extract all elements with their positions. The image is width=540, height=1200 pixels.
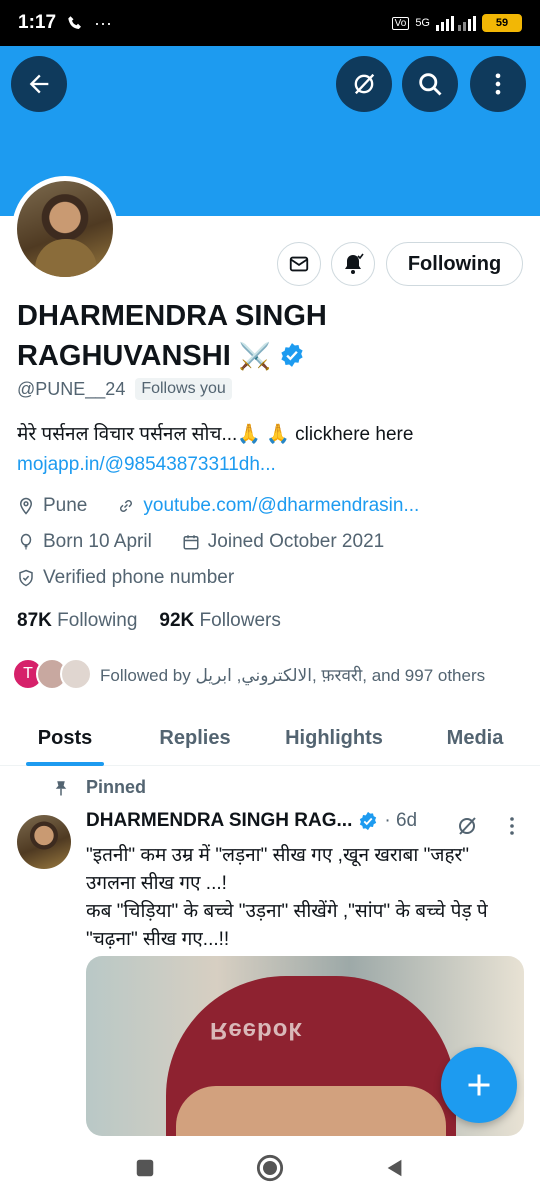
tab-replies[interactable]: Replies (154, 710, 236, 766)
tab-highlights[interactable]: Highlights (282, 710, 386, 766)
notifications-button[interactable] (331, 242, 375, 286)
volte-icon: Vo (391, 16, 410, 30)
compose-button[interactable] (441, 1047, 517, 1123)
followers-label: Followers (199, 610, 281, 631)
meta-row-1: Pune youtube.com/@dharmendrasin... (17, 495, 419, 517)
status-bar: 1:17 ··· Vo 5G 59 (0, 0, 540, 46)
tab-posts[interactable]: Posts (26, 710, 104, 766)
search-button[interactable] (402, 56, 458, 112)
balloon-icon (20, 533, 32, 550)
pinned-label-row: Pinned (52, 777, 146, 798)
website-link[interactable]: youtube.com/@dharmendrasin... (143, 495, 419, 517)
following-label: Following (57, 610, 138, 631)
message-button[interactable] (277, 242, 321, 286)
link-icon (120, 499, 133, 513)
bio-text: मेरे पर्सनल विचार पर्सनल सोच...🙏 🙏 click… (17, 424, 414, 445)
pinned-text: Pinned (86, 777, 147, 797)
post-timestamp: · 6d (384, 810, 418, 831)
follows-you-badge: Follows you (135, 378, 232, 400)
location-text: Pune (43, 495, 88, 516)
following-count-link[interactable]: 87K Following (17, 610, 137, 632)
back-nav-icon[interactable] (384, 1157, 406, 1179)
signal-icon (436, 16, 476, 31)
tab-media[interactable]: Media (440, 710, 510, 766)
following-count: 87K (17, 610, 52, 631)
handle-row: @PUNE__24 Follows you (17, 378, 232, 400)
verified-badge-icon (281, 343, 303, 367)
profile-bio: मेरे पर्सनल विचार पर्सनल सोच...🙏 🙏 click… (17, 420, 527, 480)
back-button[interactable] (11, 56, 67, 112)
followed-by-avatars: T (12, 658, 92, 690)
following-button[interactable]: Following (386, 242, 523, 286)
joined-text: Joined October 2021 (207, 531, 385, 552)
meta-row-3: Verified phone number (17, 567, 234, 589)
verified-badge-icon (360, 811, 377, 831)
verified-phone-text: Verified phone number (43, 567, 235, 588)
grok-post-icon[interactable] (455, 814, 479, 838)
post-author-name[interactable]: DHARMENDRA SINGH RAG... (86, 810, 352, 832)
follower-avatar (60, 658, 92, 690)
grok-icon (354, 73, 375, 95)
pin-icon (55, 780, 67, 795)
meta-row-2: Born 10 April Joined October 2021 (17, 531, 384, 553)
cap-logo-text: Reebok (210, 1017, 303, 1044)
calendar-icon (183, 535, 199, 550)
more-vertical-icon (495, 73, 501, 95)
post-text-line: "इतनी" कम उम्र में "लड़ना" सीख गए ,खून ख… (86, 845, 470, 894)
location-pin-icon (19, 497, 33, 515)
wifi-call-icon (68, 16, 82, 29)
shield-check-icon (19, 569, 33, 587)
status-time: 1:17 (18, 12, 57, 33)
arrow-left-icon (29, 74, 49, 94)
post-author-avatar[interactable] (17, 815, 71, 869)
crossed-swords-emoji: ⚔️ (238, 341, 272, 371)
followers-count: 92K (159, 610, 195, 631)
envelope-icon (289, 256, 309, 272)
battery-icon: 59 (482, 14, 522, 32)
profile-handle: @PUNE__24 (17, 378, 126, 399)
grok-button[interactable] (336, 56, 392, 112)
post-text-line: कब "चिड़िया" के बच्चे "उड़ना" सीखेंगे ,"… (86, 901, 488, 950)
profile-avatar[interactable] (12, 176, 118, 282)
post-text: "इतनी" कम उम्र में "लड़ना" सीख गए ,खून ख… (86, 842, 516, 954)
more-options-button[interactable] (470, 56, 526, 112)
post-header: DHARMENDRA SINGH RAG... · 6d (86, 810, 417, 832)
followed-by-text: Followed by الالكتروني, ابريل, फ़रवरी, a… (100, 665, 486, 685)
home-icon[interactable] (256, 1154, 284, 1182)
profile-name: DHARMENDRA SINGH RAGHUVANSHI ⚔️ (17, 296, 437, 376)
birthday-text: Born 10 April (43, 531, 152, 552)
follow-counts: 87K Following 92K Followers (17, 610, 281, 632)
system-nav-bar (0, 1136, 540, 1200)
more-notifications-icon: ··· (94, 12, 113, 33)
recents-icon[interactable] (134, 1157, 156, 1179)
followed-by-row[interactable]: T Followed by الالكتروني, ابريل, फ़रवरी,… (12, 658, 485, 690)
search-icon (419, 73, 442, 96)
plus-icon (468, 1074, 490, 1096)
profile-tabs: Posts Replies Highlights Media (0, 710, 540, 766)
bio-link[interactable]: mojapp.in/@98543873311dh... (17, 450, 527, 480)
bell-check-icon (345, 253, 364, 274)
network-type: 5G (415, 17, 430, 29)
post-more-icon[interactable] (502, 814, 522, 838)
followers-count-link[interactable]: 92K Followers (159, 610, 280, 632)
